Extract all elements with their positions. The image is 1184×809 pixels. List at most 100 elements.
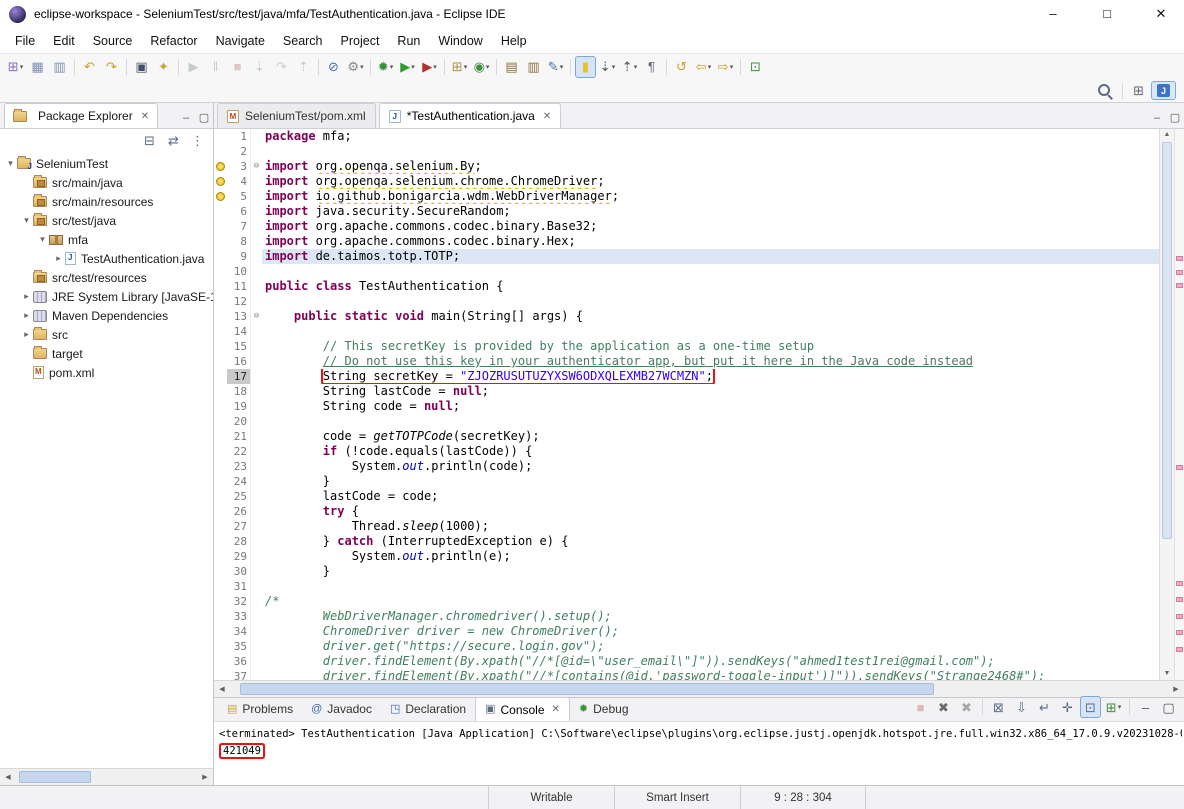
skip-breakpoints-button[interactable]: ⊘ bbox=[323, 56, 344, 78]
code-text[interactable]: System.out.println(code); bbox=[262, 459, 1159, 474]
new-wizard-button[interactable]: ⊞▾ bbox=[5, 56, 26, 78]
code-text[interactable]: public static void main(String[] args) { bbox=[262, 309, 1159, 324]
maximize-view-button[interactable]: ▢ bbox=[195, 108, 213, 128]
tree-item-pom-xml[interactable]: pom.xml bbox=[0, 363, 213, 382]
tree-collapsed-arrow-icon[interactable]: ▸ bbox=[20, 310, 33, 321]
scrollbar-thumb[interactable] bbox=[1162, 142, 1172, 539]
step-return-button[interactable]: ⇡ bbox=[293, 56, 314, 78]
scrollbar-track[interactable] bbox=[16, 769, 197, 785]
code-text[interactable]: // This secretKey is provided by the app… bbox=[262, 339, 1159, 354]
tab-debug[interactable]: ✹Debug bbox=[570, 697, 638, 721]
menu-project[interactable]: Project bbox=[332, 31, 389, 51]
code-text[interactable] bbox=[262, 144, 1159, 159]
menu-navigate[interactable]: Navigate bbox=[207, 31, 274, 51]
code-text[interactable]: System.out.println(e); bbox=[262, 549, 1159, 564]
code-text[interactable]: /* bbox=[262, 594, 1159, 609]
minimize-console-button[interactable]: – bbox=[1135, 696, 1156, 718]
tree-collapsed-arrow-icon[interactable]: ▸ bbox=[52, 253, 65, 264]
menu-source[interactable]: Source bbox=[84, 31, 142, 51]
scrollbar-thumb[interactable] bbox=[19, 771, 91, 783]
scroll-down-icon[interactable]: ▼ bbox=[1160, 668, 1174, 680]
tree-item-target[interactable]: target bbox=[0, 344, 213, 363]
suspend-button[interactable]: ‖ bbox=[205, 56, 226, 78]
tab-javadoc[interactable]: @Javadoc bbox=[302, 697, 381, 721]
resume-button[interactable]: ▶ bbox=[183, 56, 204, 78]
scroll-right-icon[interactable]: ▶ bbox=[197, 773, 213, 781]
code-text[interactable]: import org.apache.commons.codec.binary.H… bbox=[262, 234, 1159, 249]
code-text[interactable]: String lastCode = null; bbox=[262, 384, 1159, 399]
fold-collapse-icon[interactable]: ⊖ bbox=[250, 159, 262, 174]
tree-item-mfa[interactable]: ▾mfa bbox=[0, 230, 213, 249]
collapse-all-button[interactable]: ⊟ bbox=[139, 129, 160, 151]
code-text[interactable]: lastCode = code; bbox=[262, 489, 1159, 504]
code-text[interactable]: try { bbox=[262, 504, 1159, 519]
code-text[interactable]: public class TestAuthentication { bbox=[262, 279, 1159, 294]
code-text[interactable]: } bbox=[262, 564, 1159, 579]
scrollbar-track[interactable] bbox=[230, 681, 1168, 697]
tab-problems[interactable]: ▤Problems bbox=[218, 697, 302, 721]
code-text[interactable]: import org.apache.commons.codec.binary.B… bbox=[262, 219, 1159, 234]
save-all-button[interactable]: ▥ bbox=[49, 56, 70, 78]
tree-item-src-test-resources[interactable]: src/test/resources bbox=[0, 268, 213, 287]
editor-hscrollbar[interactable]: ◀ ▶ bbox=[214, 680, 1184, 697]
menu-help[interactable]: Help bbox=[492, 31, 536, 51]
code-text[interactable] bbox=[262, 414, 1159, 429]
redo-button[interactable]: ↷ bbox=[101, 56, 122, 78]
code-text[interactable]: code = getTOTPCode(secretKey); bbox=[262, 429, 1159, 444]
terminate-console-button[interactable]: ■ bbox=[910, 696, 931, 718]
menu-window[interactable]: Window bbox=[429, 31, 491, 51]
view-menu-button[interactable]: ⋮ bbox=[187, 129, 208, 151]
tree-item-src-main-java[interactable]: src/main/java bbox=[0, 173, 213, 192]
tree-item-src-main-resources[interactable]: src/main/resources bbox=[0, 192, 213, 211]
code-text[interactable]: package mfa; bbox=[262, 129, 1159, 144]
code-text[interactable] bbox=[262, 579, 1159, 594]
code-text[interactable]: import java.security.SecureRandom; bbox=[262, 204, 1159, 219]
code-text[interactable]: String secretKey = "ZJOZRUSUTUZYXSW6ODXQ… bbox=[262, 369, 1159, 384]
code-text[interactable] bbox=[262, 294, 1159, 309]
back-button[interactable]: ⇦▾ bbox=[693, 56, 714, 78]
terminate-button[interactable]: ■ bbox=[227, 56, 248, 78]
menu-refactor[interactable]: Refactor bbox=[141, 31, 206, 51]
close-window-button[interactable]: ✕ bbox=[1138, 0, 1184, 28]
open-jar-button[interactable]: ▤ bbox=[501, 56, 522, 78]
search-flashlight-button[interactable]: ✦ bbox=[153, 56, 174, 78]
code-text[interactable] bbox=[262, 324, 1159, 339]
new-java-project-button[interactable]: ⊞▾ bbox=[449, 56, 470, 78]
step-into-button[interactable]: ⇣ bbox=[249, 56, 270, 78]
tree-collapsed-arrow-icon[interactable]: ▸ bbox=[20, 329, 33, 340]
tree-collapsed-arrow-icon[interactable]: ▸ bbox=[20, 291, 33, 302]
mark-occurrences-button[interactable]: ▮ bbox=[575, 56, 596, 78]
display-selected-console-button[interactable]: ⊡ bbox=[1080, 696, 1101, 718]
last-edit-location-button[interactable]: ↺ bbox=[671, 56, 692, 78]
scroll-up-icon[interactable]: ▲ bbox=[1160, 129, 1174, 141]
pin-console-button[interactable]: ✛ bbox=[1057, 696, 1078, 718]
code-text[interactable]: import org.openqa.selenium.By; bbox=[262, 159, 1159, 174]
console-output[interactable]: <terminated> TestAuthentication [Java Ap… bbox=[214, 722, 1184, 787]
code-text[interactable] bbox=[262, 264, 1159, 279]
close-tab-icon[interactable]: ✕ bbox=[543, 111, 551, 122]
code-text[interactable]: // Do not use this key in your authentic… bbox=[262, 354, 1159, 369]
tab-package-explorer[interactable]: Package Explorer ✕ bbox=[4, 103, 158, 128]
scroll-right-icon[interactable]: ▶ bbox=[1168, 685, 1184, 693]
close-tab-icon[interactable]: ✕ bbox=[552, 704, 560, 715]
code-text[interactable]: } bbox=[262, 474, 1159, 489]
menu-search[interactable]: Search bbox=[274, 31, 332, 51]
code-text[interactable]: ChromeDriver driver = new ChromeDriver()… bbox=[262, 624, 1159, 639]
scroll-left-icon[interactable]: ◀ bbox=[0, 773, 16, 781]
javadoc-button[interactable]: ✎▾ bbox=[545, 56, 566, 78]
tree-item-jre-system-library-javase-1[interactable]: ▸JRE System Library [JavaSE-1. bbox=[0, 287, 213, 306]
remove-all-terminated-button[interactable]: ✖ bbox=[956, 696, 977, 718]
maximize-console-button[interactable]: ▢ bbox=[1158, 696, 1179, 718]
previous-annotation-button[interactable]: ⇡▾ bbox=[619, 56, 640, 78]
open-new-window-button[interactable]: ⊡ bbox=[745, 56, 766, 78]
code-text[interactable]: WebDriverManager.chromedriver().setup(); bbox=[262, 609, 1159, 624]
export-jar-button[interactable]: ▥ bbox=[523, 56, 544, 78]
tree-expanded-arrow-icon[interactable]: ▾ bbox=[20, 215, 33, 226]
minimize-editor-button[interactable]: – bbox=[1148, 108, 1166, 128]
external-tools-button[interactable]: ⚙▾ bbox=[345, 56, 366, 78]
maxim ize-window-button[interactable]: □ bbox=[1084, 0, 1130, 28]
code-text[interactable]: } catch (InterruptedException e) { bbox=[262, 534, 1159, 549]
open-console-button[interactable]: ▣ bbox=[131, 56, 152, 78]
tree-expanded-arrow-icon[interactable]: ▾ bbox=[36, 234, 49, 245]
minimize-view-button[interactable]: – bbox=[177, 108, 195, 128]
